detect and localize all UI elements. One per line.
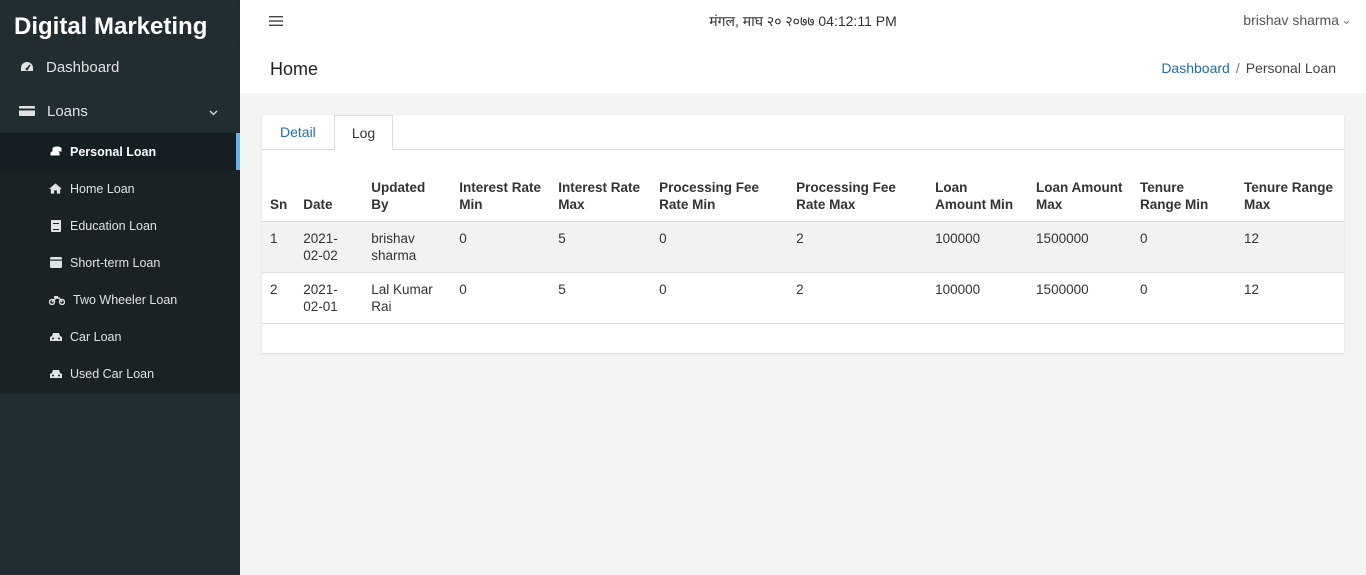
breadcrumb-current: Personal Loan [1245,60,1336,76]
sidebar-item-short-term-loan[interactable]: Short-term Loan [0,244,240,281]
car-icon [49,332,62,342]
table-row: 2 2021-02-01 Lal Kumar Rai 0 5 0 2 10000… [262,272,1344,324]
table-row: 1 2021-02-02 brishav sharma 0 5 0 2 1000… [262,221,1344,273]
table-cell: 5 [550,272,652,324]
breadcrumb-link-dashboard[interactable]: Dashboard [1161,60,1230,76]
sidebar-item-label: Short-term Loan [70,255,161,270]
sidebar-item-home-loan[interactable]: Home Loan [0,170,240,207]
table-cell: 12 [1235,272,1344,324]
column-header: Loan Amount Min [927,171,1029,222]
card-icon [49,257,62,268]
column-header: Processing Fee Rate Min [651,171,789,222]
brand-logo[interactable]: Digital Marketing [0,0,240,52]
column-header: Date [295,171,364,222]
table-cell: 12 [1235,221,1344,273]
column-header: Updated By [363,171,452,222]
sidebar-item-label: Personal Loan [70,144,157,159]
table-cell: 100000 [927,272,1029,324]
table-cell: 0 [451,221,551,273]
table-cell: 0 [1132,221,1236,273]
table-header-row: Sn Date Updated By Interest Rate Min Int… [262,171,1344,222]
sidebar-item-label: Loans [47,102,88,120]
tab-detail[interactable]: Detail [263,115,333,150]
column-header: Tenure Range Max [1235,171,1344,222]
table-cell: 0 [451,272,551,324]
chevron-down-icon [1343,12,1350,28]
car-icon [49,369,62,379]
user-menu[interactable]: brishav sharma [1243,12,1350,28]
table-cell: 100000 [927,221,1029,273]
table-cell: 5 [550,221,652,273]
page-title: Home [270,59,319,79]
column-header: Interest Rate Max [550,171,652,222]
book-icon [49,219,62,232]
sidebar-item-label: Education Loan [70,218,157,233]
column-header: Sn [262,171,296,222]
table-cell: 2 [262,272,296,324]
table-cell: 2021-02-02 [295,221,364,273]
table-cell: 0 [1132,272,1236,324]
credit-card-icon [18,105,36,117]
sidebar-item-dashboard[interactable]: Dashboard [0,52,240,82]
sidebar-item-label: Dashboard [46,58,120,76]
table-cell: 2 [788,221,928,273]
sidebar-item-car-loan[interactable]: Car Loan [0,318,240,355]
sidebar-item-label: Two Wheeler Loan [73,292,178,307]
chevron-down-icon [209,103,218,120]
log-card: Detail Log Sn Date Updated By Interest R… [262,115,1344,353]
top-header: मंगल, माघ २० २०७७ 04:12:11 PM brishav sh… [240,0,1366,48]
tab-log[interactable]: Log [334,115,393,150]
sidebar-item-label: Home Loan [70,181,135,196]
sidebar-item-personal-loan[interactable]: Personal Loan [0,133,240,170]
column-header: Loan Amount Max [1028,171,1133,222]
sidebar-item-two-wheeler-loan[interactable]: Two Wheeler Loan [0,281,240,318]
tab-bar: Detail Log [262,115,1344,150]
breadcrumb-separator: / [1235,60,1240,76]
table-cell: 1500000 [1028,221,1133,273]
table-cell: 1 [262,221,296,273]
current-datetime: मंगल, माघ २० २०७७ 04:12:11 PM [709,13,897,29]
dashboard-gauge-icon [18,61,36,73]
sidebar-item-education-loan[interactable]: Education Loan [0,207,240,244]
content-header: Home Dashboard / Personal Loan [240,48,1366,93]
table-cell: brishav sharma [363,221,452,273]
sidebar-item-used-car-loan[interactable]: Used Car Loan [0,355,240,392]
loans-submenu: Personal Loan Home Loan Education Loan S… [0,133,240,394]
log-table: Sn Date Updated By Interest Rate Min Int… [262,171,1344,324]
table-cell: Lal Kumar Rai [363,272,452,324]
column-header: Processing Fee Rate Max [788,171,928,222]
table-cell: 2 [788,272,928,324]
table-cell: 1500000 [1028,272,1133,324]
table-cell: 0 [651,221,789,273]
motorcycle-icon [49,295,65,305]
home-icon [49,183,62,194]
table-cell: 2021-02-01 [295,272,364,324]
column-header: Interest Rate Min [451,171,551,222]
sidebar-item-loans[interactable]: Loans [0,89,240,133]
sidebar-item-label: Used Car Loan [70,366,155,381]
user-name: brishav sharma [1243,12,1339,28]
sidebar: Digital Marketing Dashboard Loans Person… [0,0,240,575]
coins-icon [49,146,62,157]
column-header: Tenure Range Min [1132,171,1236,222]
table-cell: 0 [651,272,789,324]
sidebar-item-label: Car Loan [70,329,122,344]
breadcrumb: Dashboard / Personal Loan [1161,60,1336,76]
